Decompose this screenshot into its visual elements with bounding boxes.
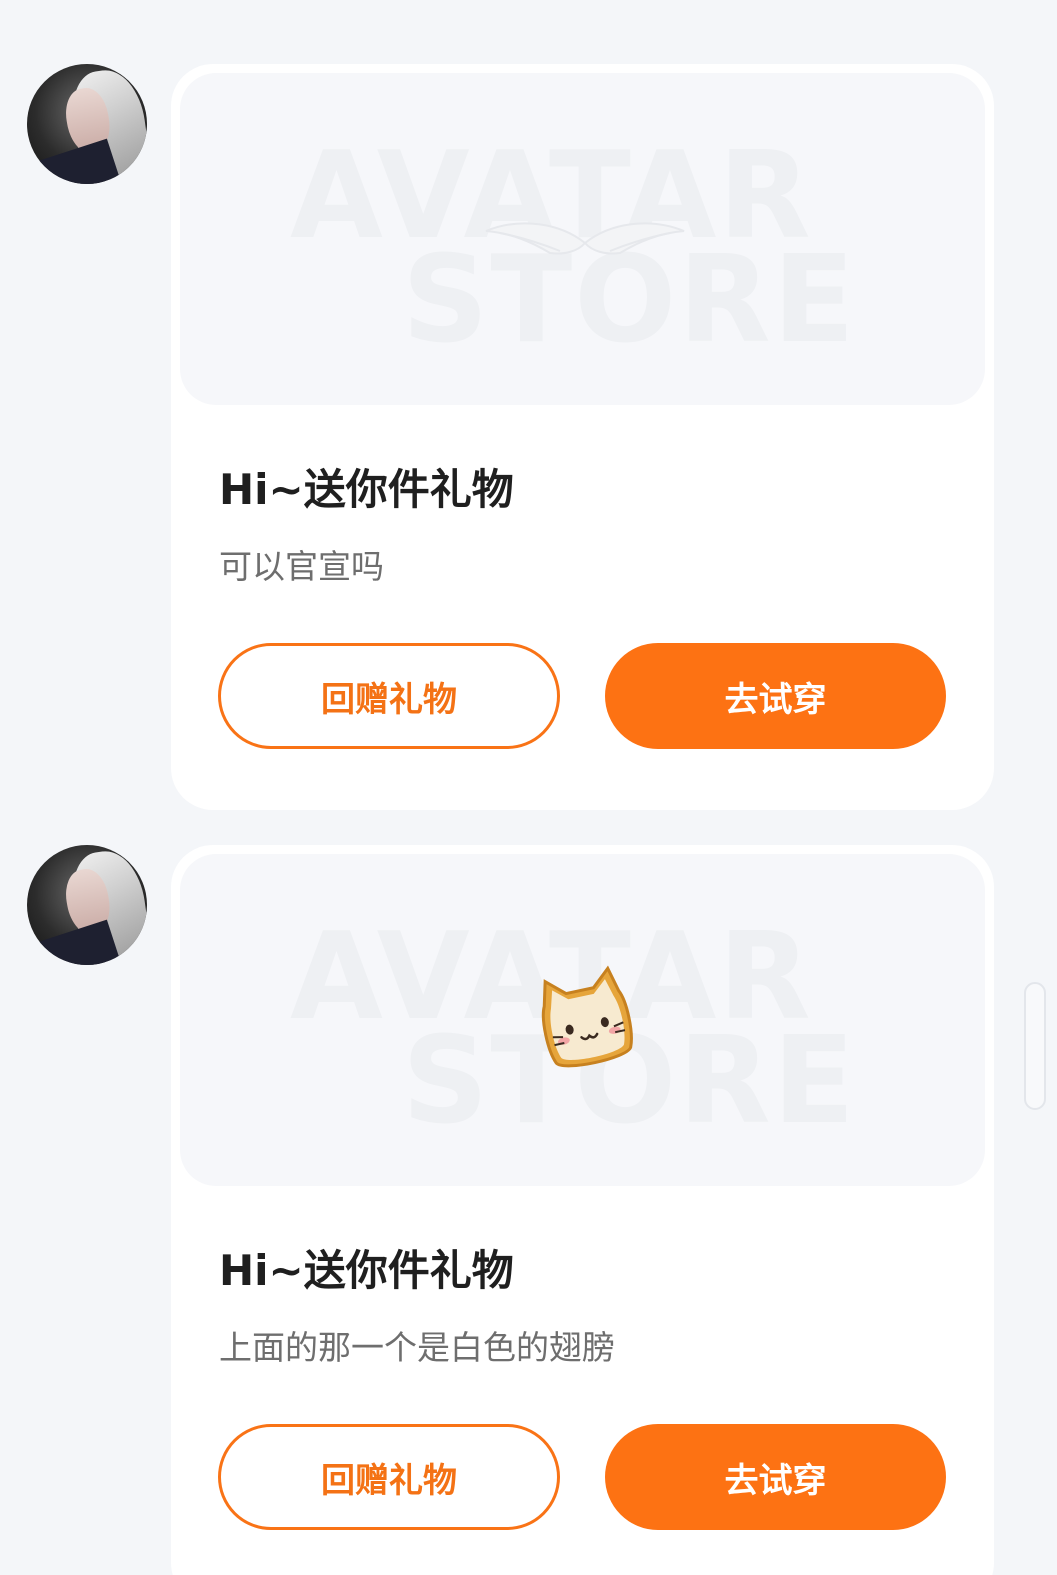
gift-note: 可以官宣吗 <box>219 547 384 586</box>
return-gift-button[interactable]: 回赠礼物 <box>218 643 560 749</box>
sender-avatar[interactable] <box>27 64 147 184</box>
try-on-button[interactable]: 去试穿 <box>605 1424 946 1530</box>
gift-preview[interactable]: AVATAR STORE <box>180 73 985 405</box>
cat-bread-icon <box>541 965 633 1068</box>
gift-card: AVATAR STORE Hi~送你件礼物 上面的那一个是白色的翅膀 回赠礼物 … <box>171 845 994 1575</box>
scrollbar-thumb[interactable] <box>1024 982 1046 1110</box>
try-on-button[interactable]: 去试穿 <box>605 643 946 749</box>
return-gift-button[interactable]: 回赠礼物 <box>218 1424 560 1530</box>
gift-note: 上面的那一个是白色的翅膀 <box>219 1328 615 1367</box>
gift-title: Hi~送你件礼物 <box>219 465 514 514</box>
gift-title: Hi~送你件礼物 <box>219 1246 514 1295</box>
gift-message-feed: AVATAR STORE Hi~送你件礼物 可以官宣吗 回赠礼物 去试穿 AVA… <box>0 0 1057 1575</box>
avatar-collar <box>30 919 120 965</box>
sender-avatar[interactable] <box>27 845 147 965</box>
gift-card: AVATAR STORE Hi~送你件礼物 可以官宣吗 回赠礼物 去试穿 <box>171 64 994 810</box>
avatar-collar <box>30 138 120 184</box>
white-wings-icon <box>485 222 685 255</box>
gift-preview[interactable]: AVATAR STORE <box>180 854 985 1186</box>
